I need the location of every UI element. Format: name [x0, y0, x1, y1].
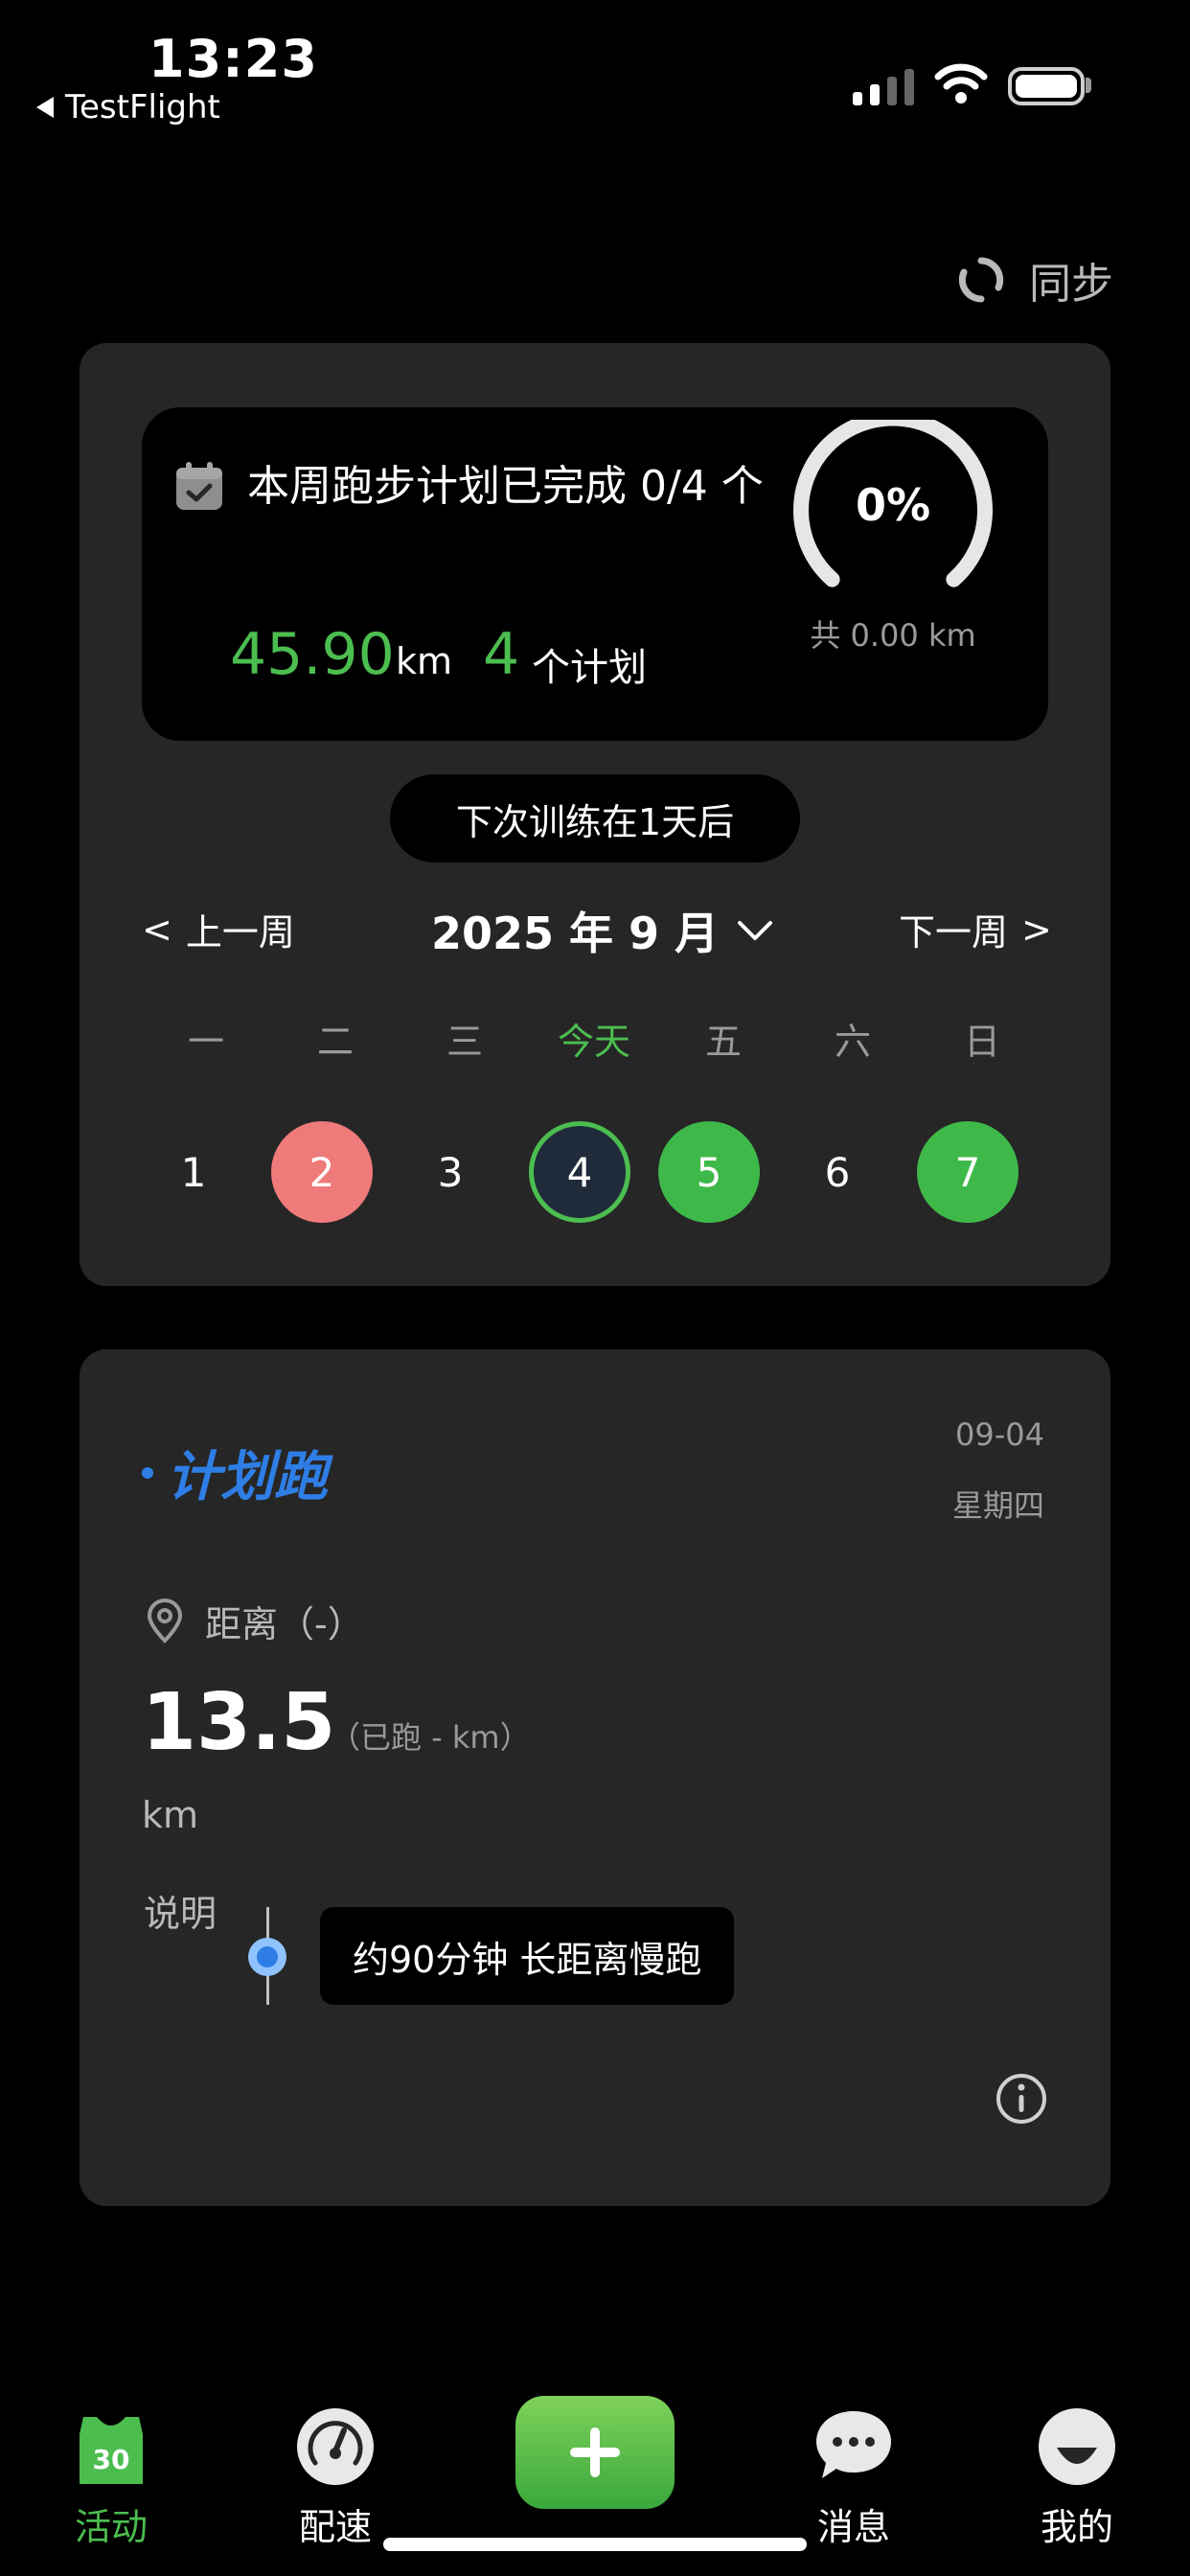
day-2-missed[interactable]: 2: [271, 1121, 373, 1223]
next-week-button[interactable]: 下一周 >: [899, 903, 1052, 955]
tab-mine-label: 我的: [1040, 2506, 1113, 2548]
note-label: 说明: [144, 1893, 217, 1935]
weekly-distance-value: 45.90: [230, 621, 395, 688]
tab-activity[interactable]: 30 活动: [34, 2405, 188, 2550]
back-arrow-icon: [36, 97, 54, 118]
wifi-icon: [934, 63, 988, 104]
day-6[interactable]: 6: [787, 1121, 888, 1223]
back-to-app-link[interactable]: TestFlight: [36, 88, 220, 126]
progress-total-distance: 共 0.00 km: [810, 617, 976, 654]
prev-week-button[interactable]: < 上一周: [142, 903, 295, 955]
add-button[interactable]: [515, 2396, 675, 2509]
note-bubble: 约90分钟 长距离慢跑: [320, 1907, 735, 2005]
day-1[interactable]: 1: [143, 1121, 244, 1223]
weekly-distance-unit: km: [396, 640, 453, 682]
status-time: 13:23: [149, 29, 318, 89]
chat-bubble-icon: [816, 2411, 891, 2478]
back-app-label: TestFlight: [65, 88, 220, 126]
home-indicator: [383, 2538, 807, 2551]
sync-button[interactable]: 同步: [956, 249, 1113, 310]
cellular-signal-icon: [853, 69, 914, 105]
plus-icon: [570, 2427, 620, 2477]
sync-label: 同步: [1029, 260, 1113, 309]
calendar-check-icon: [176, 462, 222, 510]
plan-type-label: 计划跑: [167, 1446, 328, 1508]
smiley-avatar-icon: [1039, 2408, 1115, 2485]
plan-distance-value: 13.5: [142, 1677, 336, 1768]
chevron-left-icon: <: [142, 908, 172, 951]
progress-percent: 0%: [855, 479, 931, 531]
weekday-wed: 三: [446, 1021, 483, 1063]
weekday-tue: 二: [316, 1021, 354, 1063]
battery-icon: [1008, 67, 1085, 105]
day-4-today[interactable]: 4: [529, 1121, 630, 1223]
plan-weekday: 星期四: [951, 1487, 1044, 1524]
tab-messages[interactable]: 消息: [777, 2405, 930, 2550]
tab-messages-label: 消息: [816, 2506, 890, 2548]
weekday-fri: 五: [704, 1021, 742, 1063]
jersey-number: 30: [93, 2444, 130, 2475]
weekday-sat: 六: [834, 1021, 871, 1063]
plan-date: 09-04: [955, 1416, 1044, 1453]
note-timeline-dot: [248, 1938, 286, 1976]
plan-distance-unit: km: [142, 1794, 199, 1836]
tab-pace[interactable]: 配速: [259, 2405, 412, 2550]
day-3[interactable]: 3: [400, 1121, 501, 1223]
prev-week-label: 上一周: [185, 911, 295, 954]
tab-mine[interactable]: 我的: [1000, 2405, 1154, 2550]
tab-activity-label: 活动: [74, 2506, 148, 2548]
weekday-today: 今天: [557, 1021, 630, 1063]
day-7-planned[interactable]: 7: [917, 1121, 1018, 1223]
weekday-mon: 一: [187, 1021, 224, 1063]
info-icon[interactable]: [995, 2072, 1048, 2126]
sync-icon: [958, 257, 1004, 303]
day-5-planned[interactable]: 5: [658, 1121, 760, 1223]
plan-type-title: 计划跑: [142, 1434, 328, 1511]
distance-row: 距离（-）: [144, 1595, 364, 1647]
weekly-plan-title: 本周跑步计划已完成 0/4 个: [247, 462, 764, 511]
battery-tip: [1086, 78, 1091, 93]
weekday-sun: 日: [963, 1021, 1000, 1063]
plan-type-dot: [142, 1466, 153, 1479]
weekly-plans-unit: 个计划: [532, 646, 647, 690]
speedometer-icon: [297, 2408, 374, 2485]
tab-pace-label: 配速: [298, 2506, 372, 2548]
plan-distance-run: （已跑 - km）: [330, 1719, 531, 1756]
month-label: 2025 年 9 月: [431, 908, 720, 959]
location-pin-icon: [147, 1598, 183, 1644]
distance-label: 距离（-）: [205, 1603, 364, 1645]
weekly-plans-count: 4: [483, 621, 520, 688]
chevron-right-icon: >: [1021, 908, 1052, 951]
next-week-label: 下一周: [899, 911, 1009, 954]
month-selector[interactable]: 2025 年 9 月: [431, 899, 774, 962]
next-training-pill: 下次训练在1天后: [390, 774, 800, 862]
chevron-down-icon: [738, 921, 773, 940]
jersey-icon: 30: [80, 2417, 143, 2484]
